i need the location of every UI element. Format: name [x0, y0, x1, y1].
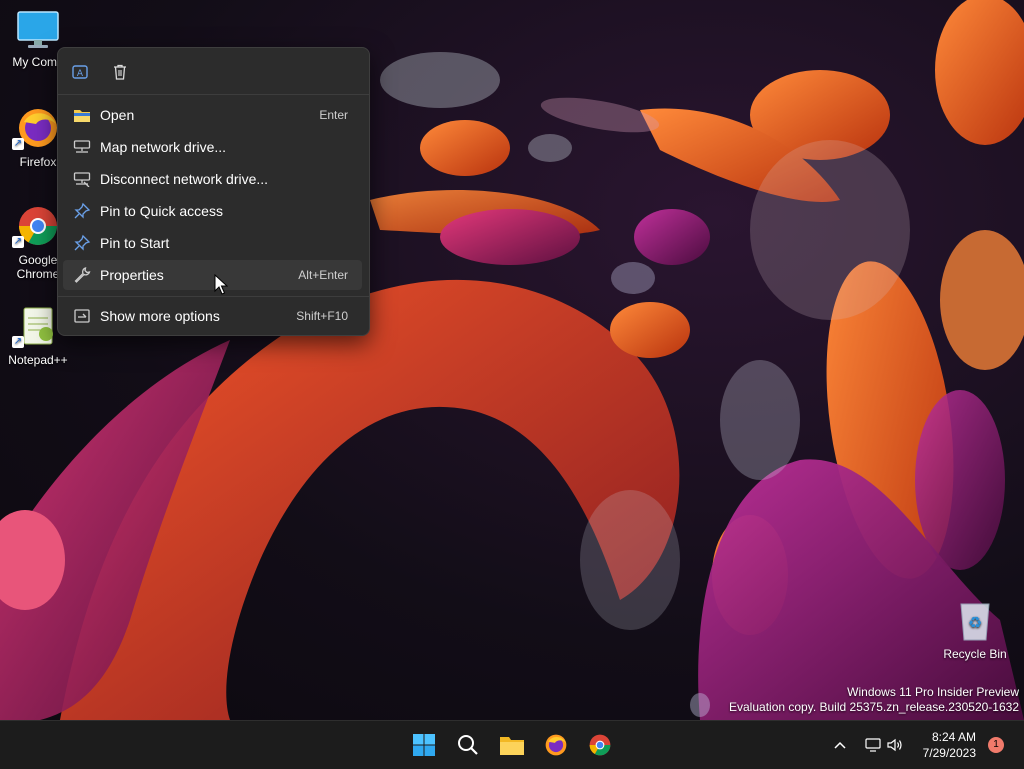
- menu-item-label: Open: [100, 107, 135, 123]
- menu-item-open[interactable]: Open Enter: [63, 100, 362, 130]
- volume-button[interactable]: [884, 738, 906, 752]
- rename-button[interactable]: A: [68, 60, 92, 84]
- network-drive-icon: [71, 136, 93, 158]
- recycle-bin-icon: ♻: [960, 603, 990, 641]
- desktop-icon-recycle-bin[interactable]: ♻ Recycle Bin: [935, 598, 1015, 661]
- start-icon: [413, 734, 435, 756]
- menu-item-label: Pin to Start: [100, 235, 170, 251]
- watermark-line-2: Evaluation copy. Build 25375.zn_release.…: [729, 700, 1019, 714]
- menu-item-label: Show more options: [100, 308, 220, 324]
- monitor-icon: [17, 11, 59, 48]
- more-options-icon: [71, 305, 93, 327]
- file-explorer-icon: [500, 737, 524, 755]
- system-tray: [830, 721, 906, 769]
- network-icon: [865, 738, 881, 752]
- menu-item-map-network-drive[interactable]: Map network drive...: [63, 132, 362, 162]
- search-button[interactable]: [452, 729, 484, 761]
- shortcut-arrow-icon: ↗: [12, 138, 24, 150]
- desktop-icon-label: Notepad++: [8, 353, 68, 367]
- start-button[interactable]: [408, 729, 440, 761]
- notification-badge[interactable]: 1: [988, 737, 1004, 753]
- delete-button[interactable]: [108, 60, 132, 84]
- network-status-button[interactable]: [862, 738, 884, 752]
- menu-item-disconnect-network-drive[interactable]: Disconnect network drive...: [63, 164, 362, 194]
- delete-icon: [114, 64, 126, 80]
- clock-time: 8:24 AM: [931, 730, 976, 744]
- mouse-cursor-icon: [214, 274, 228, 295]
- show-hidden-icons-button[interactable]: [830, 741, 850, 749]
- menu-item-show-more-options[interactable]: Show more options Shift+F10: [63, 301, 362, 331]
- volume-icon: [887, 738, 902, 752]
- menu-item-label: Pin to Quick access: [100, 203, 223, 219]
- menu-item-pin-quick-access[interactable]: Pin to Quick access: [63, 196, 362, 226]
- pin-icon: [71, 200, 93, 222]
- menu-item-shortcut: Alt+Enter: [298, 268, 348, 282]
- chevron-up-icon: [834, 741, 846, 749]
- wrench-icon: [71, 264, 93, 286]
- watermark-line-1: Windows 11 Pro Insider Preview: [847, 685, 1019, 699]
- chrome-taskbar-button[interactable]: [584, 729, 616, 761]
- menu-item-label: Map network drive...: [100, 139, 227, 155]
- menu-item-pin-to-start[interactable]: Pin to Start: [63, 228, 362, 258]
- pin-icon: [71, 232, 93, 254]
- firefox-icon: [545, 734, 567, 756]
- svg-text:A: A: [77, 69, 84, 79]
- taskbar: 8:24 AM 7/29/2023 1: [0, 720, 1024, 769]
- svg-text:♻: ♻: [968, 613, 982, 632]
- menu-separator: [58, 296, 369, 297]
- rename-icon: A: [72, 65, 88, 79]
- desktop-icon-label: Recycle Bin: [943, 647, 1007, 661]
- menu-item-label: Disconnect network drive...: [100, 171, 269, 187]
- folder-icon: [71, 104, 93, 126]
- clock-date: 7/29/2023: [922, 746, 976, 760]
- clock[interactable]: 8:24 AM 7/29/2023: [923, 729, 976, 761]
- menu-item-label: Properties: [100, 267, 164, 283]
- menu-item-shortcut: Shift+F10: [296, 309, 348, 323]
- build-watermark: Windows 11 Pro Insider Preview Evaluatio…: [729, 685, 1019, 715]
- search-icon: [458, 735, 478, 755]
- context-menu-quick-actions: A: [58, 48, 369, 95]
- shortcut-arrow-icon: ↗: [12, 236, 24, 248]
- file-explorer-button[interactable]: [496, 729, 528, 761]
- firefox-taskbar-button[interactable]: [540, 729, 572, 761]
- chrome-icon: [589, 734, 611, 756]
- menu-item-shortcut: Enter: [319, 108, 348, 122]
- shortcut-arrow-icon: ↗: [12, 336, 24, 348]
- menu-item-properties[interactable]: Properties Alt+Enter: [63, 260, 362, 290]
- disconnect-drive-icon: [71, 168, 93, 190]
